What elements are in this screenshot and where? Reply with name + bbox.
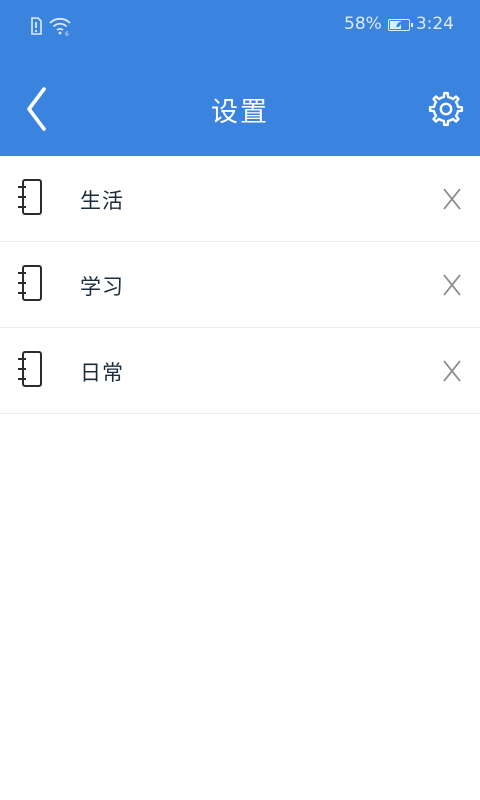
notebook-icon (18, 351, 42, 387)
delete-button[interactable] (436, 355, 468, 387)
close-icon (443, 360, 461, 382)
delete-button[interactable] (436, 183, 468, 215)
svg-text:6: 6 (65, 31, 69, 36)
battery-icon (387, 18, 413, 31)
notebook-icon (18, 179, 42, 215)
chevron-left-icon (27, 87, 46, 131)
gear-icon (428, 91, 464, 127)
status-right: 58% 3:24 (344, 14, 454, 34)
sim-alert-icon (30, 17, 42, 39)
battery-saver-leaf-icon (396, 21, 402, 27)
battery-percent: 58% (344, 14, 382, 34)
notebook-icon (18, 265, 42, 301)
list-item-label: 生活 (80, 189, 124, 213)
page-title: 设置 (211, 97, 269, 128)
back-button[interactable] (14, 80, 62, 138)
app-header: 6 58% 3:24 设置 (0, 0, 480, 156)
notebook-list: 生活 学习 日常 (0, 156, 480, 414)
close-icon (443, 274, 461, 296)
status-bar: 6 58% 3:24 (0, 0, 480, 54)
settings-button[interactable] (424, 86, 468, 132)
delete-button[interactable] (436, 269, 468, 301)
status-left-icons: 6 (30, 16, 72, 40)
list-item[interactable]: 学习 (0, 242, 480, 328)
list-item-label: 学习 (80, 275, 124, 299)
close-icon (443, 188, 461, 210)
list-item-label: 日常 (80, 361, 124, 385)
status-time: 3:24 (415, 14, 454, 34)
list-item[interactable]: 日常 (0, 328, 480, 414)
list-item[interactable]: 生活 (0, 156, 480, 242)
wifi-icon: 6 (48, 16, 72, 40)
